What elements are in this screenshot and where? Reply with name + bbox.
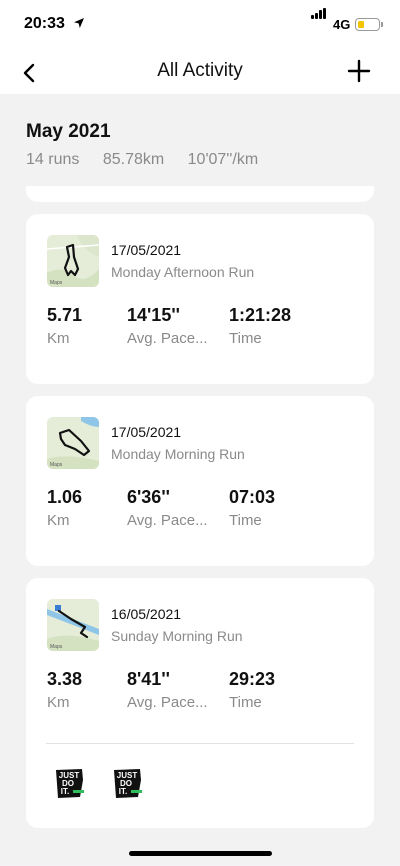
average-pace: 10'07''/km — [187, 151, 259, 168]
time-label: Time — [229, 330, 262, 347]
month-title: May 2021 — [26, 121, 111, 142]
map-attribution: Maps — [50, 462, 63, 468]
run-date: 16/05/2021 — [111, 606, 182, 622]
add-plus-icon[interactable] — [346, 58, 372, 84]
route-map-thumbnail: Maps — [47, 235, 99, 287]
run-name: Monday Morning Run — [111, 446, 245, 462]
svg-text:IT.: IT. — [119, 787, 127, 796]
distance-label: Km — [47, 330, 70, 347]
route-map-thumbnail: Maps — [47, 417, 99, 469]
page-title: All Activity — [157, 60, 243, 81]
time-value: 07:03 — [229, 487, 276, 507]
just-do-it-badge-icon[interactable]: JUST DO IT. — [111, 766, 145, 800]
distance-label: Km — [47, 512, 70, 529]
time-value: 1:21:28 — [229, 305, 292, 325]
previous-card-edge — [26, 186, 374, 202]
network-type: 4G — [333, 17, 351, 32]
pace-label: Avg. Pace... — [127, 512, 208, 529]
month-stats: 14 runs 85.78km 10'07''/km — [26, 151, 277, 169]
distance-value: 1.06 — [47, 487, 83, 507]
run-name: Monday Afternoon Run — [111, 264, 255, 280]
home-indicator[interactable] — [129, 851, 272, 856]
time-label: Time — [229, 694, 262, 711]
run-name: Sunday Morning Run — [111, 628, 243, 644]
distance-value: 3.38 — [47, 669, 83, 689]
runs-count: 14 runs — [26, 151, 80, 168]
battery-nub — [381, 22, 383, 27]
total-distance: 85.78km — [102, 151, 165, 168]
activity-card[interactable]: Maps 17/05/2021 Monday Morning Run 1.06 … — [26, 396, 374, 566]
activity-card[interactable]: Maps 17/05/2021 Monday Afternoon Run 5.7… — [26, 214, 374, 384]
run-date: 17/05/2021 — [111, 242, 182, 258]
svg-text:IT.: IT. — [61, 787, 69, 796]
activity-card[interactable]: Maps 16/05/2021 Sunday Morning Run 3.38 … — [26, 578, 374, 828]
run-date: 17/05/2021 — [111, 424, 182, 440]
distance-label: Km — [47, 694, 70, 711]
pace-value: 8'41'' — [127, 669, 170, 689]
distance-value: 5.71 — [47, 305, 83, 325]
time-label: Time — [229, 512, 262, 529]
map-attribution: Maps — [50, 280, 63, 286]
route-map-thumbnail: Maps — [47, 599, 99, 651]
battery-icon — [355, 18, 380, 31]
nav-bar: All Activity — [0, 50, 400, 94]
pace-label: Avg. Pace... — [127, 330, 208, 347]
pace-value: 6'36'' — [127, 487, 170, 507]
location-arrow-icon — [74, 18, 84, 28]
pace-label: Avg. Pace... — [127, 694, 208, 711]
just-do-it-badge-icon[interactable]: JUST DO IT. — [53, 766, 87, 800]
divider — [46, 743, 354, 744]
time-value: 29:23 — [229, 669, 276, 689]
status-time: 20:33 — [24, 15, 65, 32]
map-attribution: Maps — [50, 644, 63, 650]
status-bar: 20:33 4G — [0, 0, 400, 50]
pace-value: 14'15'' — [127, 305, 180, 325]
